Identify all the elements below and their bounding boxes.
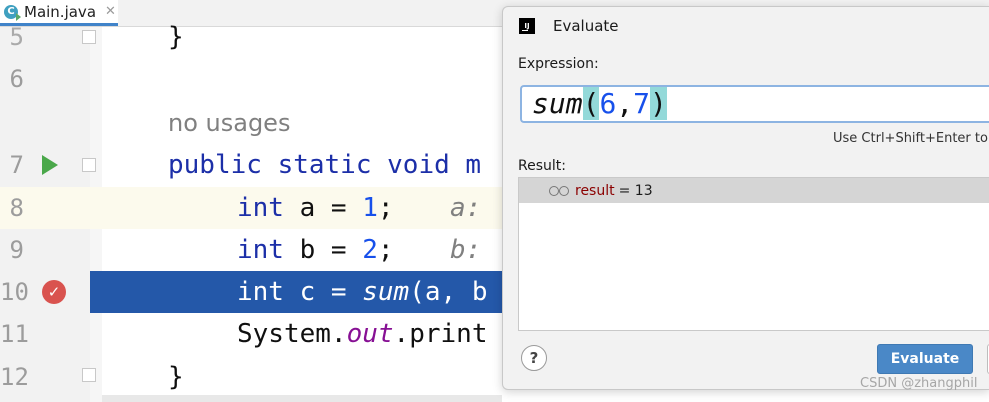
expression-text: sum(6,7) — [532, 87, 667, 121]
horizontal-scrollbar[interactable] — [102, 395, 502, 402]
keyword: int — [237, 235, 284, 265]
dialog-title-bar[interactable]: IJ Evaluate — [503, 7, 989, 45]
expression-input[interactable]: sum(6,7) — [520, 85, 989, 123]
number-literal: 6 — [599, 87, 617, 120]
fold-marker-icon[interactable] — [82, 30, 96, 44]
dialog-title: Evaluate — [553, 17, 619, 35]
number-literal: 1 — [362, 193, 378, 223]
keyword: int — [237, 193, 284, 223]
watermark: CSDN @zhangphil — [860, 376, 978, 391]
expression-label: Expression: — [518, 56, 599, 72]
result-label: Result: — [518, 158, 566, 174]
fold-marker-icon[interactable] — [82, 158, 96, 172]
line-number: 10 — [0, 278, 29, 306]
code-fragment: ; — [377, 193, 394, 223]
code-fragment: a = — [283, 193, 363, 223]
line-number: 7 — [9, 151, 24, 179]
code-fragment: System. — [237, 319, 347, 349]
line-number: 12 — [0, 363, 29, 391]
code-fragment: .print — [393, 319, 488, 349]
result-tree[interactable]: result = 13 — [518, 177, 989, 331]
number-literal: 7 — [633, 87, 651, 120]
shortcut-hint: Use Ctrl+Shift+Enter to a — [833, 131, 989, 146]
inline-value-hint: a: — [450, 193, 497, 223]
run-icon[interactable] — [42, 155, 58, 175]
code-fragment: c = — [283, 277, 363, 307]
line-number: 8 — [9, 194, 24, 222]
code-text: } — [168, 22, 184, 52]
code-fragment: (a, b — [409, 277, 488, 307]
code-text: int a = 1; — [237, 187, 394, 229]
fold-marker-icon[interactable] — [82, 368, 96, 382]
comma: , — [616, 87, 634, 120]
evaluate-dialog: IJ Evaluate Expression: sum(6,7) Use Ctr… — [502, 6, 989, 390]
keyword: int — [237, 277, 284, 307]
result-variable-name: result — [575, 182, 615, 199]
code-text: int b = 2; — [237, 229, 394, 271]
watch-glasses-icon — [549, 185, 569, 196]
code-text: public static void m — [168, 144, 481, 186]
inline-value-hint: b: — [450, 235, 497, 265]
usages-hint-text[interactable]: no usages — [168, 102, 290, 144]
code-fragment: m — [465, 150, 482, 180]
method-call: sum — [362, 277, 410, 307]
line-number: 6 — [9, 65, 24, 93]
code-text: int c = sum(a, b — [237, 271, 488, 313]
code-text: System.out.print — [237, 313, 487, 355]
method-call: sum — [532, 87, 583, 120]
line-number: 5 — [9, 23, 24, 51]
result-value: = 13 — [618, 182, 653, 199]
breakpoint-icon[interactable]: ✓ — [42, 280, 66, 304]
intellij-logo-icon: IJ — [519, 18, 535, 34]
paren-open: ( — [582, 87, 600, 120]
result-row[interactable]: result = 13 — [519, 178, 989, 203]
line-number: 9 — [9, 236, 24, 264]
evaluate-button[interactable]: Evaluate — [877, 344, 973, 374]
line-number: 11 — [0, 320, 29, 348]
help-button[interactable]: ? — [521, 345, 547, 371]
code-fragment: ; — [377, 235, 394, 265]
code-text: } — [168, 362, 184, 392]
static-field: out — [346, 319, 394, 349]
code-fragment: b = — [283, 235, 363, 265]
number-literal: 2 — [362, 235, 378, 265]
paren-close: ) — [650, 87, 667, 120]
keyword: public static void — [168, 150, 466, 180]
